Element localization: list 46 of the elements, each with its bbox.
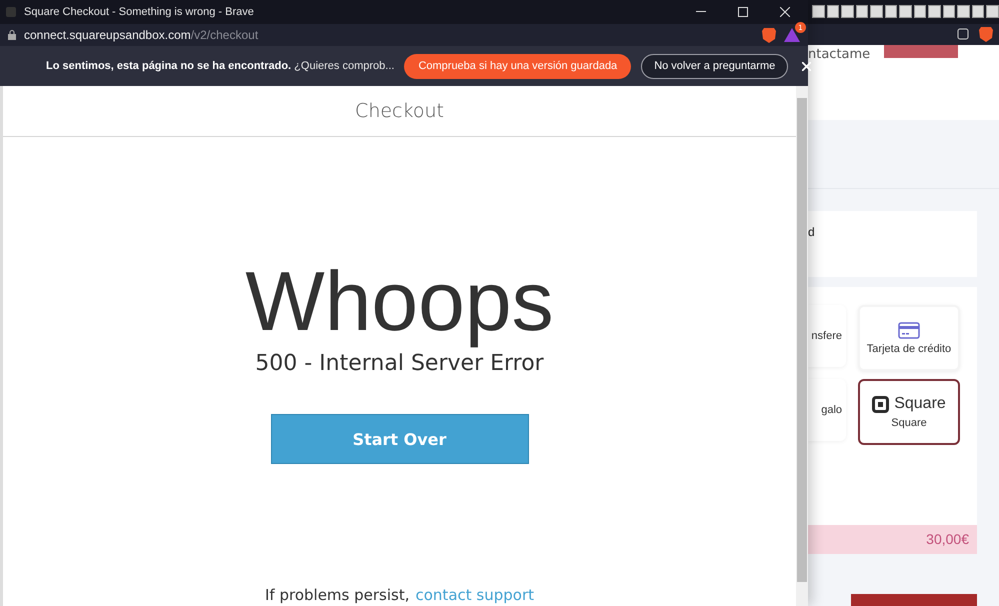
lion-shield-icon[interactable]: [979, 26, 993, 42]
option-label: Square: [891, 417, 927, 430]
option-label: galo: [821, 404, 842, 416]
nav-link[interactable]: ntactame: [808, 47, 870, 62]
headline: Whoops: [245, 253, 554, 350]
option-label: Tarjeta de crédito: [866, 342, 952, 355]
minimize-icon: [696, 11, 706, 13]
tab-icon[interactable]: [884, 5, 898, 18]
tab-icon[interactable]: [812, 5, 825, 18]
grid-icon[interactable]: [957, 28, 969, 40]
address-field[interactable]: connect.squareupsandbox.com/v2/checkout: [24, 28, 754, 42]
submit-button[interactable]: [851, 594, 977, 606]
tab-icon[interactable]: [928, 5, 941, 18]
option-label: nsfere: [811, 330, 842, 342]
payment-option[interactable]: nsfere: [808, 305, 846, 368]
tab-icon[interactable]: [899, 5, 912, 18]
payment-option[interactable]: galo: [808, 379, 846, 442]
credit-card-icon: [898, 322, 920, 339]
logo-text: Square: [894, 395, 946, 414]
lion-shield-icon[interactable]: [762, 27, 776, 43]
tab-icon[interactable]: [826, 5, 840, 18]
square-logo-icon: [872, 396, 890, 413]
header-title: Checkout: [355, 100, 444, 122]
payment-option[interactable]: Tarjeta de crédito: [858, 305, 960, 372]
tab-icon[interactable]: [870, 5, 883, 18]
tab-icon[interactable]: [841, 5, 854, 18]
tab-icon[interactable]: [957, 5, 970, 18]
app-icon: [6, 7, 16, 17]
close-icon: [780, 7, 790, 17]
window-title: Square Checkout - Something is wrong - Brave: [24, 6, 255, 18]
footer-text: If problems persist,: [265, 586, 410, 604]
payment-option[interactable]: Square Square: [858, 379, 960, 446]
lock-icon: [8, 30, 16, 40]
tab-icon[interactable]: [986, 5, 999, 18]
tab-icon[interactable]: [856, 5, 868, 18]
nav-button[interactable]: [884, 45, 958, 58]
infobar-message: Lo sentimos, esta página no se ha encontrado. ¿Quieres comprob...: [46, 60, 394, 72]
triangle-icon[interactable]: [784, 28, 800, 42]
section-text: d: [808, 225, 815, 240]
dont-ask-again-button[interactable]: No volver a preguntarme: [641, 54, 788, 78]
tab-icon[interactable]: [972, 5, 984, 18]
error-message: 500 - Internal Server Error: [255, 351, 544, 376]
maximize-icon: [738, 7, 748, 17]
tab-icon[interactable]: [914, 5, 926, 18]
total-amount: 30,00€: [926, 531, 969, 548]
tab-icon[interactable]: [942, 5, 956, 18]
